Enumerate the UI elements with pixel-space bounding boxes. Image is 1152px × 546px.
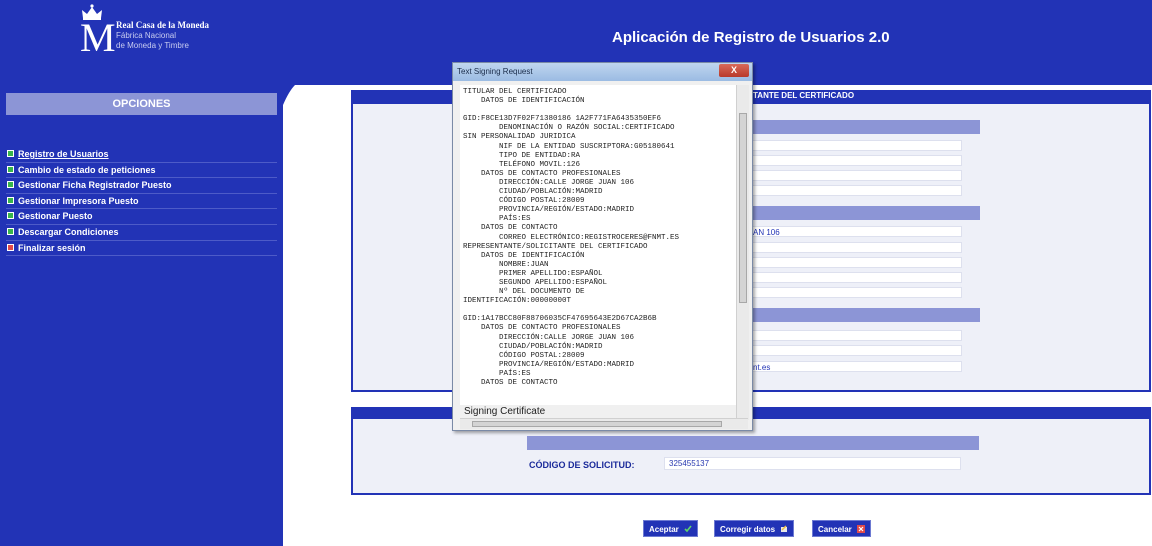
accept-button[interactable]: Aceptar xyxy=(643,520,699,537)
sidebar-item-finalizar-sesion[interactable]: Finalizar sesión xyxy=(6,241,277,257)
logo-line-2: Fábrica Nacional xyxy=(116,31,177,40)
sidebar-item-label: Cambio de estado de peticiones xyxy=(18,164,156,175)
logo-line-3: de Moneda y Timbre xyxy=(116,41,189,50)
section-header-text: TANTE DEL CERTIFICADO xyxy=(753,91,855,100)
form-field[interactable] xyxy=(752,272,962,283)
email-value: nt.es xyxy=(753,363,771,372)
section-bar xyxy=(527,436,979,450)
signing-request-text[interactable]: TITULAR DEL CERTIFICADO DATOS DE IDENTIF… xyxy=(460,85,736,405)
cancel-button[interactable]: Cancelar xyxy=(812,520,872,537)
form-field[interactable] xyxy=(752,257,962,268)
logo-line-1: Real Casa de la Moneda xyxy=(116,20,209,30)
sidebar-item-label: Finalizar sesión xyxy=(18,242,86,253)
bullet-icon xyxy=(7,165,14,173)
scroll-thumb[interactable] xyxy=(472,421,722,427)
signing-certificate-label: Signing Certificate xyxy=(464,406,546,417)
sidebar-item-label: Descargar Condiciones xyxy=(18,226,119,237)
section-bar xyxy=(752,206,980,220)
dialog-title-bar[interactable]: Text Signing Request X xyxy=(453,63,752,81)
sidebar-title: OPCIONES xyxy=(6,93,277,115)
accept-label: Aceptar xyxy=(649,525,679,534)
sidebar-item-registro-usuarios[interactable]: Registro de Usuarios xyxy=(6,147,277,163)
sidebar-item-label: Gestionar Impresora Puesto xyxy=(18,195,139,206)
sidebar-item-cambio-estado[interactable]: Cambio de estado de peticiones xyxy=(6,163,277,179)
form-field[interactable] xyxy=(752,345,962,356)
vertical-scrollbar[interactable] xyxy=(736,85,749,420)
signing-request-content: TITULAR DEL CERTIFICADO DATOS DE IDENTIF… xyxy=(463,88,680,387)
section-bar xyxy=(752,308,980,322)
sidebar-item-label: Gestionar Ficha Registrador Puesto xyxy=(18,180,172,191)
cancel-label: Cancelar xyxy=(818,525,852,534)
logout-icon xyxy=(7,243,14,251)
form-field[interactable] xyxy=(752,242,962,253)
form-field[interactable] xyxy=(752,170,962,181)
form-field[interactable] xyxy=(752,185,962,196)
section-bar xyxy=(752,120,980,134)
address-value: AN 106 xyxy=(753,228,780,237)
bullet-icon xyxy=(7,181,14,189)
solicitud-label: CÓDIGO DE SOLICITUD: xyxy=(529,460,635,470)
form-field[interactable] xyxy=(752,155,962,166)
signing-dialog: Text Signing Request X TITULAR DEL CERTI… xyxy=(452,62,753,431)
bullet-icon xyxy=(7,150,14,157)
cancel-icon xyxy=(857,525,866,533)
correct-label: Corregir datos xyxy=(720,525,776,534)
sidebar-menu: Registro de Usuarios Cambio de estado de… xyxy=(6,147,277,257)
scroll-thumb[interactable] xyxy=(739,113,747,303)
close-button[interactable]: X xyxy=(719,64,749,77)
sidebar-item-label: Registro de Usuarios xyxy=(18,149,109,159)
bullet-icon xyxy=(7,227,14,235)
sidebar-item-descargar-condiciones[interactable]: Descargar Condiciones xyxy=(6,225,277,241)
bullet-icon xyxy=(7,212,14,220)
form-field[interactable] xyxy=(752,330,962,341)
app-title: Aplicación de Registro de Usuarios 2.0 xyxy=(612,29,890,46)
horizontal-scrollbar[interactable] xyxy=(460,418,748,429)
edit-icon xyxy=(781,525,788,532)
email-field[interactable] xyxy=(752,361,962,372)
bullet-icon xyxy=(7,196,14,204)
correct-data-button[interactable]: Corregir datos xyxy=(714,520,795,537)
sidebar-item-gestionar-puesto[interactable]: Gestionar Puesto xyxy=(6,209,277,225)
sidebar: OPCIONES Registro de Usuarios Cambio de … xyxy=(0,85,283,546)
form-field[interactable] xyxy=(752,287,962,298)
fnmt-logo: M Real Casa de la Moneda Fábrica Naciona… xyxy=(80,4,240,64)
dialog-title: Text Signing Request xyxy=(457,67,533,76)
sidebar-item-label: Gestionar Puesto xyxy=(18,211,93,222)
address-field[interactable] xyxy=(752,226,962,237)
logo-letter: M xyxy=(80,15,116,60)
sidebar-item-ficha-registrador[interactable]: Gestionar Ficha Registrador Puesto xyxy=(6,178,277,194)
solicitud-value: 325455137 xyxy=(669,459,710,468)
check-icon xyxy=(684,525,692,533)
form-field[interactable] xyxy=(752,140,962,151)
sidebar-item-impresora-puesto[interactable]: Gestionar Impresora Puesto xyxy=(6,194,277,210)
